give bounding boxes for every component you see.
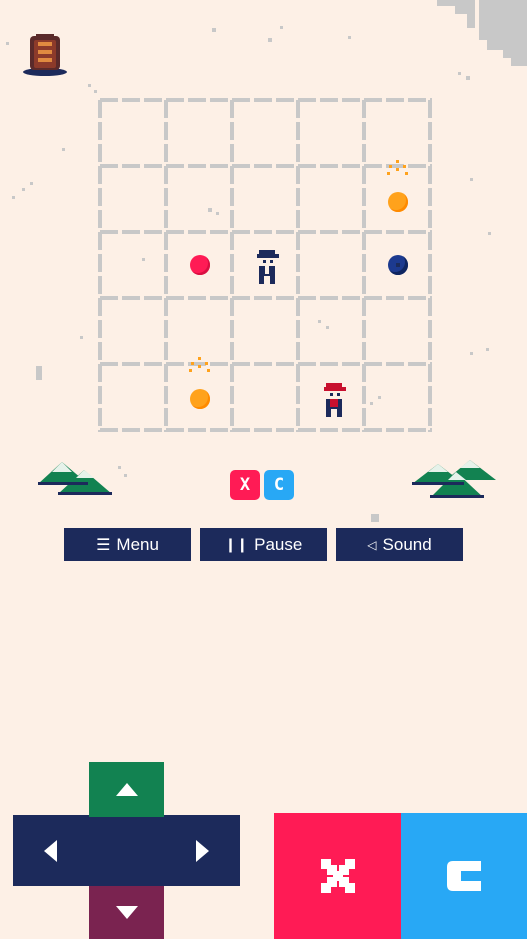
rival-character-red-cap bbox=[324, 383, 346, 417]
hamburger-icon: ☰ bbox=[96, 535, 111, 554]
trophy-icon[interactable] bbox=[22, 32, 68, 78]
dpad-right-button[interactable] bbox=[165, 815, 240, 886]
dpad-left-button[interactable] bbox=[13, 815, 88, 886]
mountain-left-decoration bbox=[38, 462, 112, 495]
pause-button[interactable]: ❙❙ Pause bbox=[200, 528, 327, 561]
game-logo: X C bbox=[230, 470, 294, 500]
sound-button[interactable]: ◁ Sound bbox=[336, 528, 463, 561]
speaker-icon: ◁ bbox=[367, 537, 377, 552]
sparkle-bottom-left bbox=[189, 357, 211, 377]
logo-x-tile: X bbox=[230, 470, 260, 500]
c-icon bbox=[447, 861, 481, 891]
dpad-down-button[interactable] bbox=[89, 886, 164, 939]
pause-icon: ❙❙ bbox=[224, 536, 249, 553]
corner-rock-decoration bbox=[427, 0, 527, 70]
pause-button-label: Pause bbox=[254, 534, 303, 554]
decoration-block bbox=[371, 514, 379, 522]
menu-button-label: Menu bbox=[116, 534, 159, 554]
orange-orb-bottom-left bbox=[190, 389, 210, 409]
arrow-down-icon bbox=[115, 906, 138, 919]
action-c-button[interactable] bbox=[401, 813, 527, 939]
sparkle-top-right bbox=[387, 160, 409, 180]
navy-orb bbox=[388, 255, 408, 275]
dpad-up-button[interactable] bbox=[89, 762, 164, 817]
player-character-blue-cap bbox=[257, 250, 279, 284]
arrow-right-icon bbox=[196, 839, 209, 862]
pink-orb bbox=[190, 255, 210, 275]
logo-c-tile: C bbox=[264, 470, 294, 500]
mountain-right-decoration bbox=[412, 460, 496, 498]
x-icon bbox=[320, 859, 355, 893]
action-x-button[interactable] bbox=[274, 813, 401, 939]
sound-button-label: Sound bbox=[382, 534, 432, 554]
game-screen: X C ☰ Menu ❙❙ Pause ◁ Sound bbox=[0, 0, 527, 939]
arrow-left-icon bbox=[44, 839, 57, 862]
orange-orb-top-right bbox=[388, 192, 408, 212]
menu-button[interactable]: ☰ Menu bbox=[64, 528, 191, 561]
arrow-up-icon bbox=[115, 783, 138, 796]
